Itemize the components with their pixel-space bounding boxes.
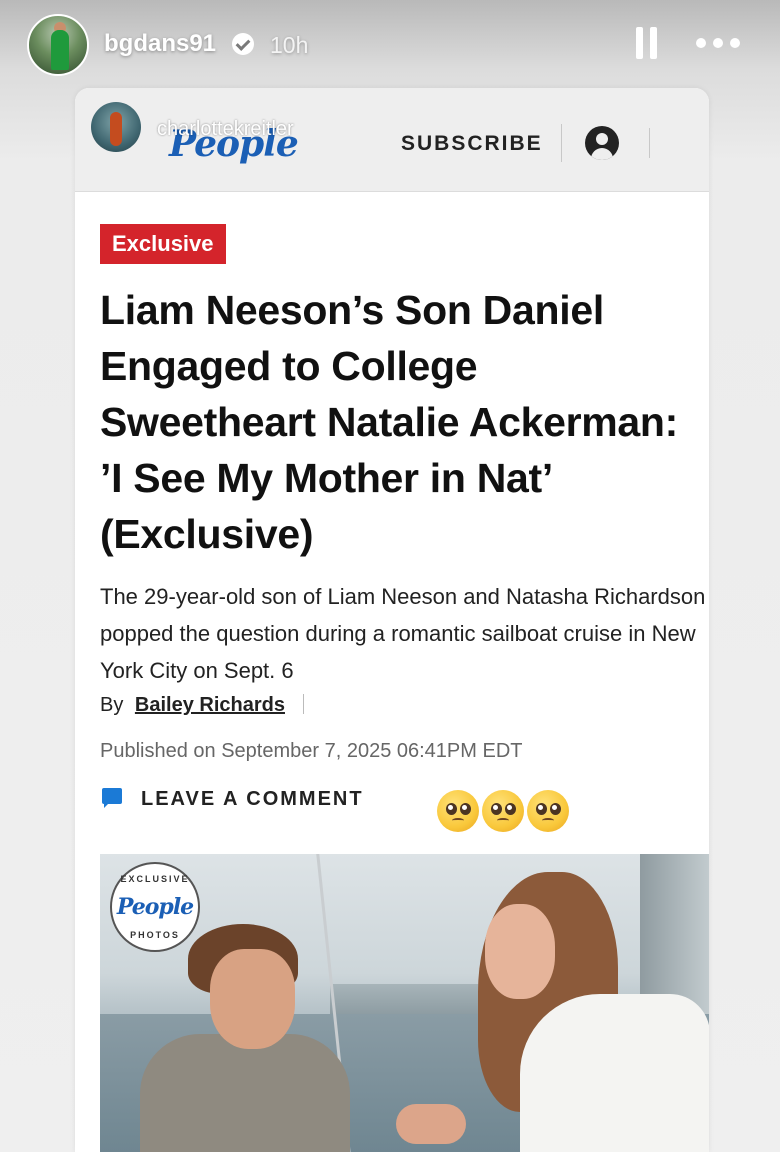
account-icon[interactable] bbox=[585, 126, 619, 160]
verified-icon bbox=[232, 33, 254, 55]
pleading-face-emoji bbox=[527, 790, 569, 832]
username[interactable]: bgdans91 bbox=[104, 30, 216, 58]
pause-icon[interactable] bbox=[636, 27, 658, 59]
comment-icon[interactable] bbox=[102, 788, 122, 808]
photo-man-face bbox=[210, 949, 295, 1049]
header-divider bbox=[649, 128, 650, 158]
photo-man-shirt bbox=[140, 1034, 350, 1152]
reposter-name[interactable]: charlottekreitler bbox=[157, 118, 294, 141]
badge-bottom-text: PHOTOS bbox=[130, 930, 180, 940]
subscribe-button[interactable]: SUBSCRIBE bbox=[401, 132, 543, 156]
shared-article-card[interactable]: People charlottekreitler SUBSCRIBE Exclu… bbox=[75, 88, 709, 1152]
profile-avatar[interactable] bbox=[27, 14, 89, 76]
more-icon[interactable] bbox=[696, 38, 740, 48]
byline-prefix: By bbox=[100, 694, 124, 716]
pleading-face-emoji bbox=[482, 790, 524, 832]
pleading-face-emoji bbox=[437, 790, 479, 832]
byline: By Bailey Richards bbox=[100, 694, 304, 717]
article-hero-photo: EXCLUSIVE People PHOTOS bbox=[100, 854, 709, 1152]
post-time: 10h bbox=[270, 32, 309, 58]
article-headline: Liam Neeson’s Son Daniel Engaged to Coll… bbox=[100, 287, 678, 557]
reposter-avatar[interactable] bbox=[91, 102, 141, 152]
story-header: bgdans91 10h bbox=[0, 0, 780, 90]
author-link[interactable]: Bailey Richards bbox=[135, 694, 285, 716]
byline-divider bbox=[302, 694, 304, 714]
exclusive-photos-badge: EXCLUSIVE People PHOTOS bbox=[110, 862, 200, 952]
photo-hands bbox=[396, 1104, 466, 1144]
leave-comment-button[interactable]: LEAVE A COMMENT bbox=[141, 788, 364, 811]
article-dek: The 29-year-old son of Liam Neeson and N… bbox=[100, 584, 706, 683]
published-date: Published on September 7, 2025 06:41PM E… bbox=[100, 740, 523, 762]
photo-woman-face bbox=[485, 904, 555, 999]
exclusive-badge: Exclusive bbox=[100, 224, 226, 264]
avatar-figure-body bbox=[51, 30, 69, 70]
photo-building bbox=[640, 854, 709, 1014]
photo-woman-shirt bbox=[520, 994, 709, 1152]
badge-top-text: EXCLUSIVE bbox=[120, 874, 190, 884]
badge-logo: People bbox=[116, 894, 194, 920]
site-header: People charlottekreitler SUBSCRIBE bbox=[75, 88, 709, 192]
header-divider bbox=[561, 124, 562, 162]
